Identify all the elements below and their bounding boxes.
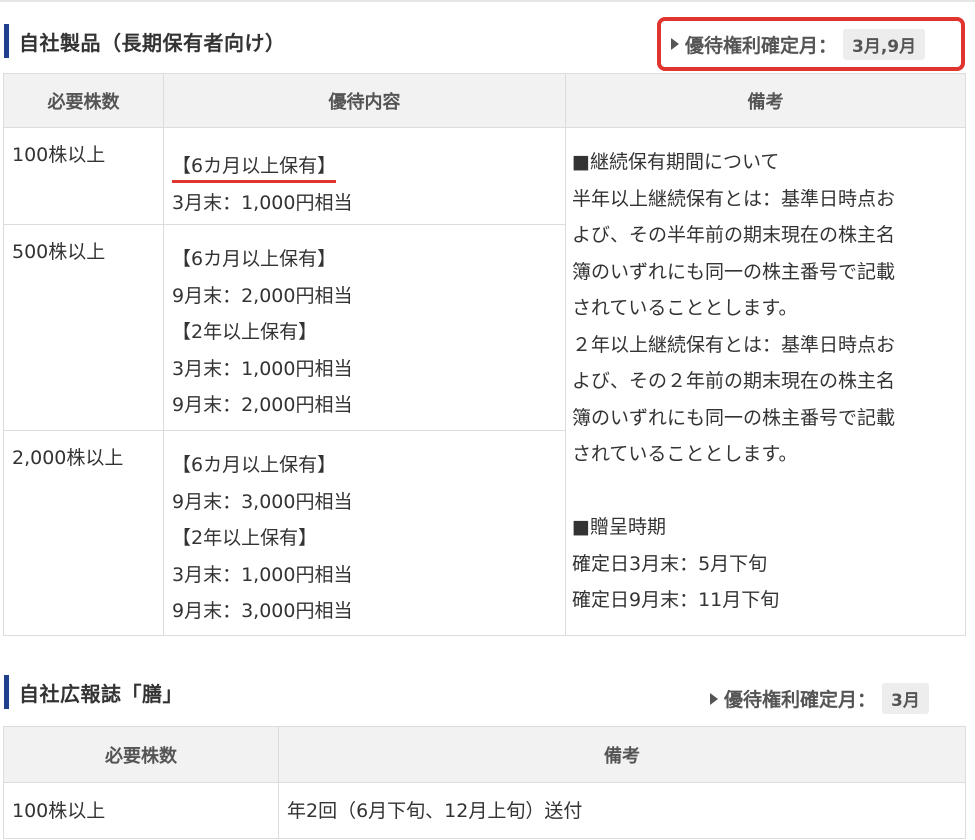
section-title-newsletter: 自社広報誌「膳」 bbox=[4, 675, 183, 709]
remarks-line: されていることとします。 bbox=[572, 443, 798, 465]
benefit-cell: 【6カ月以上保有】 9月末：2,000円相当 【2年以上保有】 3月末：1,00… bbox=[163, 224, 566, 431]
remarks-line: よび、その半年前の期末現在の株主名 bbox=[572, 224, 896, 246]
benefit-line: 【6カ月以上保有】 bbox=[172, 454, 337, 476]
benefit-line: 【2年以上保有】 bbox=[172, 321, 318, 343]
triangle-right-icon bbox=[710, 692, 718, 705]
remarks-cell: 年2回（6月下旬、12月上旬）送付 bbox=[278, 782, 966, 839]
remarks-line: 確定日9月末：11月下旬 bbox=[572, 589, 780, 611]
rights-month-box: 優待権利確定月： 3月 bbox=[710, 683, 929, 714]
benefit-cell: 【6カ月以上保有】 9月末：3,000円相当 【2年以上保有】 3月末：1,00… bbox=[163, 430, 566, 636]
remarks-line: ■贈呈時期 bbox=[572, 516, 666, 538]
benefit-line: 9月末：2,000円相当 bbox=[172, 394, 353, 416]
header-required-shares: 必要株数 bbox=[3, 726, 279, 783]
remarks-spacer bbox=[572, 473, 965, 510]
highlighted-holding-period: 【6カ月以上保有】 bbox=[172, 152, 337, 183]
benefit-line: 【2年以上保有】 bbox=[172, 527, 318, 549]
table-header-row: 必要株数 備考 bbox=[3, 726, 966, 783]
rights-month-badge: 3月 bbox=[882, 683, 929, 714]
title-accent-bar bbox=[4, 24, 9, 58]
remarks-line: 簿のいずれにも同一の株主番号で記載 bbox=[572, 260, 896, 283]
remarks-line: ２年以上継続保有とは：基準日時点お bbox=[572, 333, 896, 356]
header-benefit: 優待内容 bbox=[163, 73, 566, 128]
benefit-table-newsletter: 必要株数 備考 100株以上 年2回（6月下旬、12月上旬）送付 bbox=[3, 726, 966, 839]
rights-month-label: 優待権利確定月： bbox=[724, 689, 877, 711]
remarks-line: されていることとします。 bbox=[572, 297, 798, 319]
required-shares-cell: 500株以上 bbox=[3, 224, 164, 431]
remarks-line: 半年以上継続保有とは：基準日時点お bbox=[572, 187, 896, 210]
section-title-own-products: 自社製品（長期保有者向け） bbox=[4, 24, 286, 58]
table-row: 100株以上 【6カ月以上保有】 3月末：1,000円相当 ■継続保有期間につい… bbox=[3, 127, 966, 636]
title-accent-bar bbox=[4, 675, 9, 709]
benefit-line: 【6カ月以上保有】 bbox=[172, 248, 337, 270]
benefit-line: 3月末：1,000円相当 bbox=[172, 191, 353, 214]
rights-month-label: 優待権利確定月： bbox=[685, 34, 838, 57]
benefit-line: 3月末：1,000円相当 bbox=[172, 357, 353, 380]
table-header-row: 必要株数 優待内容 備考 bbox=[3, 73, 966, 128]
header-required-shares: 必要株数 bbox=[3, 73, 164, 128]
header-remarks: 備考 bbox=[565, 73, 966, 128]
triangle-right-icon bbox=[671, 38, 679, 50]
section-title-text: 自社広報誌「膳」 bbox=[19, 681, 183, 706]
remarks-line: 確定日3月末：5月下旬 bbox=[572, 552, 768, 575]
benefit-line: 9月末：2,000円相当 bbox=[172, 284, 353, 307]
remarks-cell: ■継続保有期間について 半年以上継続保有とは：基準日時点お よび、その半年前の期… bbox=[565, 127, 966, 636]
benefit-line: 【6カ月以上保有】 bbox=[172, 144, 565, 185]
remarks-line: 簿のいずれにも同一の株主番号で記載 bbox=[572, 406, 896, 429]
benefit-table-own-products: 必要株数 優待内容 備考 100株以上 【6カ月以上保有】 3月末：1,000円… bbox=[3, 73, 966, 636]
benefit-line: 3月末：1,000円相当 bbox=[172, 563, 353, 586]
rights-month-badge: 3月,9月 bbox=[843, 28, 926, 60]
required-shares-cell: 100株以上 bbox=[3, 127, 164, 225]
benefit-cell: 【6カ月以上保有】 3月末：1,000円相当 bbox=[163, 127, 566, 225]
benefit-line: 9月末：3,000円相当 bbox=[172, 600, 353, 622]
benefit-line: 9月末：3,000円相当 bbox=[172, 490, 353, 513]
required-shares-cell: 100株以上 bbox=[3, 782, 279, 839]
rights-month-box: 優待権利確定月： 3月,9月 bbox=[657, 17, 965, 71]
required-shares-cell: 2,000株以上 bbox=[3, 430, 164, 636]
header-remarks: 備考 bbox=[278, 726, 966, 783]
section-title-text: 自社製品（長期保有者向け） bbox=[19, 30, 286, 55]
table-row: 100株以上 年2回（6月下旬、12月上旬）送付 bbox=[3, 782, 966, 839]
remarks-line: ■継続保有期間について bbox=[572, 151, 780, 173]
remarks-line: よび、その２年前の期末現在の株主名 bbox=[572, 370, 896, 392]
top-divider bbox=[0, 0, 975, 2]
